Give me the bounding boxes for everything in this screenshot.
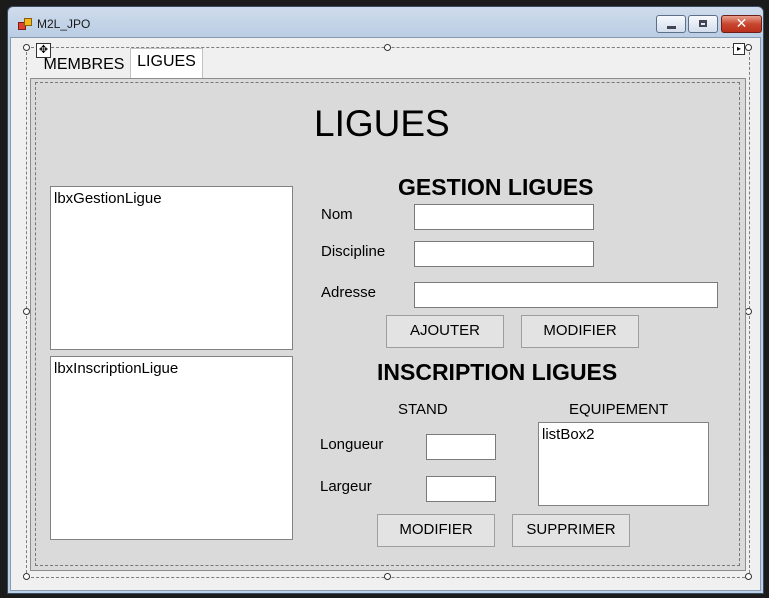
longueur-input[interactable] (426, 434, 496, 460)
modifier-inscription-button[interactable]: MODIFIER (377, 514, 495, 547)
tab-page-ligues: LIGUES lbxGestionLigue lbxInscriptionLig… (30, 78, 746, 571)
window-title: M2L_JPO (37, 17, 91, 31)
resize-handle-left[interactable] (23, 308, 30, 315)
resize-handle-top-right[interactable] (745, 44, 752, 51)
smart-tag-icon[interactable]: ▸ (733, 43, 745, 55)
adresse-label: Adresse (321, 284, 377, 301)
listbox-equipement[interactable]: listBox2 (538, 422, 709, 506)
adresse-input[interactable] (414, 282, 718, 308)
longueur-label: Longueur (320, 436, 384, 453)
resize-handle-bottom-right[interactable] (745, 573, 752, 580)
gestion-heading: GESTION LIGUES (398, 174, 594, 200)
resize-handle-top-left[interactable] (23, 44, 30, 51)
discipline-label: Discipline (321, 243, 386, 260)
largeur-input[interactable] (426, 476, 496, 502)
tab-membres[interactable]: MEMBRES (37, 50, 131, 77)
lbx-gestion-ligue[interactable]: lbxGestionLigue (50, 186, 293, 350)
lbx-inscription-ligue[interactable]: lbxInscriptionLigue (50, 356, 293, 540)
title-bar[interactable]: M2L_JPO ✕ (8, 7, 763, 37)
resize-handle-bottom[interactable] (384, 573, 391, 580)
equipement-label: EQUIPEMENT (569, 401, 669, 418)
discipline-input[interactable] (414, 241, 594, 267)
page-title: LIGUES (314, 103, 450, 144)
supprimer-button[interactable]: SUPPRIMER (512, 514, 630, 547)
modifier-ligue-button[interactable]: MODIFIER (521, 315, 639, 348)
nom-label: Nom (321, 206, 353, 223)
largeur-label: Largeur (320, 478, 372, 495)
close-button[interactable]: ✕ (721, 15, 762, 33)
ajouter-button[interactable]: AJOUTER (386, 315, 504, 348)
minimize-icon (667, 26, 676, 29)
resize-handle-top[interactable] (384, 44, 391, 51)
maximize-button[interactable] (688, 15, 718, 33)
maximize-icon (699, 20, 707, 27)
app-window: M2L_JPO ✕ ✥ ▸ MEMBRES LIGUES LIGUES lbxG… (7, 6, 764, 594)
inscription-heading: INSCRIPTION LIGUES (377, 359, 618, 385)
resize-handle-right[interactable] (745, 308, 752, 315)
stand-label: STAND (398, 401, 448, 418)
nom-input[interactable] (414, 204, 594, 230)
minimize-button[interactable] (656, 15, 686, 33)
form-client-area: ✥ ▸ MEMBRES LIGUES LIGUES lbxGestionLigu… (10, 37, 761, 591)
resize-handle-bottom-left[interactable] (23, 573, 30, 580)
tab-ligues[interactable]: LIGUES (130, 48, 203, 78)
close-icon: ✕ (735, 16, 748, 32)
app-icon (18, 18, 32, 30)
